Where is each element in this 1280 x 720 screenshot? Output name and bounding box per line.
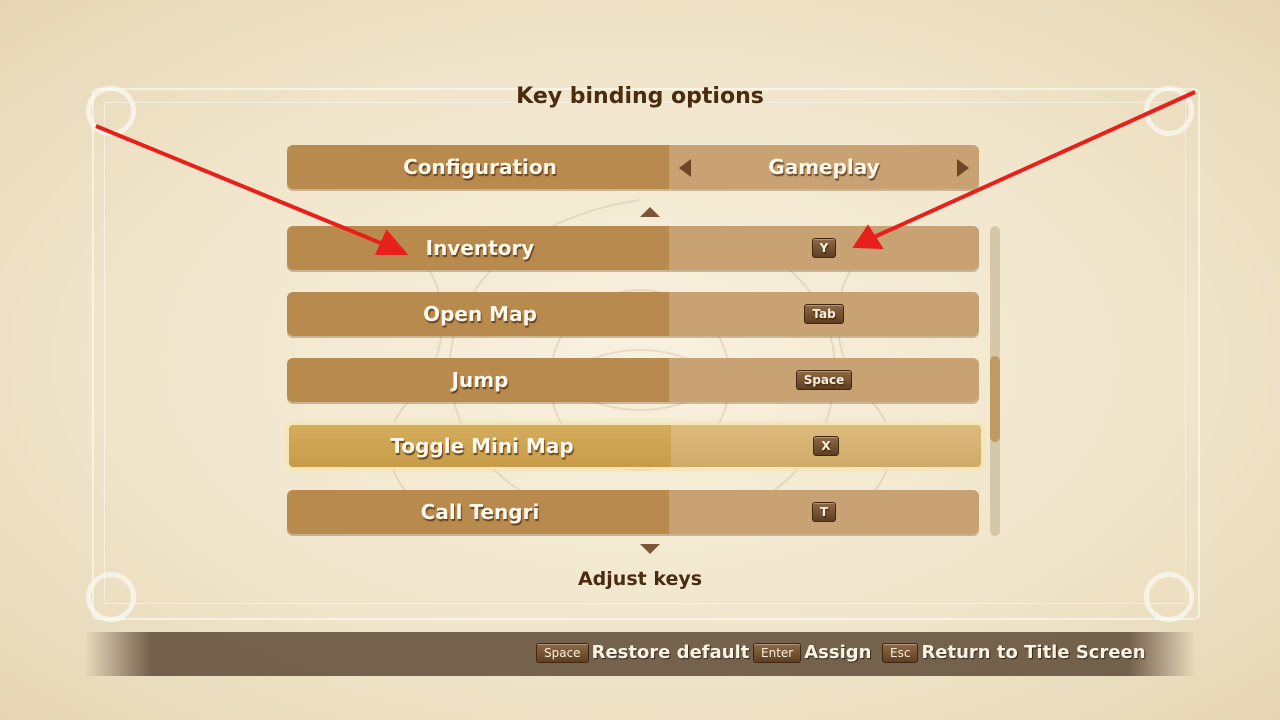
key-badge: T (811, 502, 837, 522)
binding-action: Call Tengri (420, 500, 540, 524)
configuration-value: Gameplay (768, 155, 880, 179)
key-badge: X (813, 436, 839, 456)
binding-action: Jump (451, 368, 509, 392)
binding-row-toggle-mini-map[interactable]: Toggle Mini Map X (287, 423, 983, 469)
scroll-up-icon[interactable] (640, 207, 660, 217)
binding-action: Open Map (423, 302, 537, 326)
binding-row-open-map[interactable]: Open Map Tab (287, 292, 979, 336)
binding-row-call-tengri[interactable]: Call Tengri T (287, 490, 979, 534)
hint-label: Return to Title Screen (921, 642, 1146, 663)
key-badge: Enter (753, 642, 802, 663)
configuration-selector[interactable]: Configuration Gameplay (287, 145, 979, 189)
key-badge: Tab (804, 304, 844, 324)
configuration-label: Configuration (403, 155, 557, 179)
hint-assign[interactable]: Enter Assign (753, 642, 871, 663)
binding-action: Inventory (425, 236, 535, 260)
hint-label: Assign (804, 642, 872, 663)
scrollbar-thumb[interactable] (990, 356, 1000, 442)
hint-label: Restore default (591, 642, 750, 663)
page-title: Key binding options (516, 84, 764, 109)
key-badge: Space (536, 642, 589, 663)
key-badge: Space (795, 370, 853, 390)
hint-return-title[interactable]: Esc Return to Title Screen (882, 642, 1146, 663)
section-footer-label: Adjust keys (577, 568, 703, 590)
key-badge: Y (811, 238, 837, 258)
chevron-right-icon[interactable] (957, 159, 969, 177)
binding-row-jump[interactable]: Jump Space (287, 358, 979, 402)
binding-row-inventory[interactable]: Inventory Y (287, 226, 979, 270)
key-badge: Esc (882, 642, 919, 663)
hint-restore-default[interactable]: Space Restore default (536, 642, 749, 663)
binding-action: Toggle Mini Map (390, 434, 574, 458)
chevron-left-icon[interactable] (679, 159, 691, 177)
scroll-down-icon[interactable] (640, 544, 660, 554)
